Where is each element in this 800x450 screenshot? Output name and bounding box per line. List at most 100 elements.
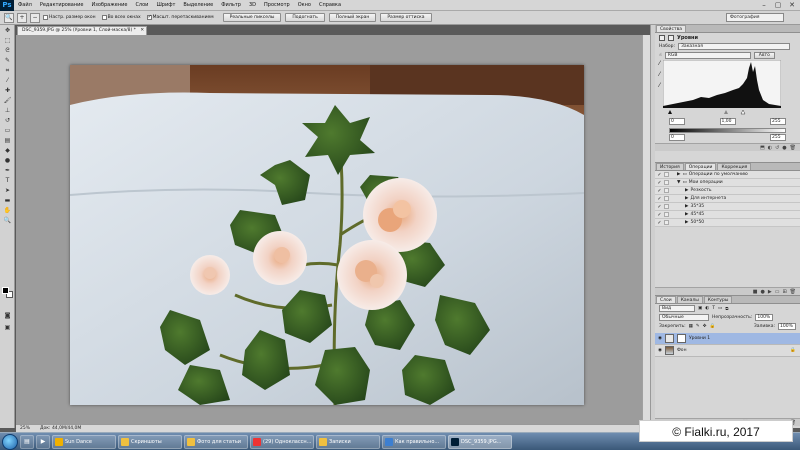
action-row[interactable]: ✓ ▶ 45*45 <box>655 211 800 219</box>
gradient-tool-icon[interactable]: ▤ <box>2 136 13 145</box>
menu-item[interactable]: Справка <box>315 0 345 11</box>
close-icon[interactable]: ✕ <box>785 0 799 11</box>
reset-icon[interactable]: ↺ <box>775 145 779 151</box>
mask-thumbnail[interactable] <box>676 334 686 343</box>
collapsed-arrow-icon[interactable]: ▶ <box>685 212 688 217</box>
action-row[interactable]: ✓ ▶ 35*35 <box>655 203 800 211</box>
clip-to-layer-icon[interactable]: ⬒ <box>760 145 765 151</box>
preset-select[interactable]: Заказная <box>678 43 791 50</box>
expanded-arrow-icon[interactable]: ▼ <box>677 180 680 185</box>
taskbar-item[interactable]: (29) Одноклассн... <box>250 434 314 449</box>
white-point-eyedropper-icon[interactable]: ⁄ <box>659 82 660 89</box>
maximize-icon[interactable]: ▢ <box>771 0 785 11</box>
fill-field[interactable]: 100% <box>778 323 796 330</box>
collapsed-arrow-icon[interactable]: ▶ <box>685 188 688 193</box>
shape-tool-icon[interactable]: ▬ <box>2 196 13 205</box>
tab-channels[interactable]: Каналы <box>676 296 703 303</box>
black-point-eyedropper-icon[interactable]: ⁄ <box>659 60 660 67</box>
checkmark-icon[interactable]: ✓ <box>657 204 662 210</box>
option-button[interactable]: Реальные пикселы <box>222 13 282 22</box>
record-icon[interactable]: ● <box>760 289 764 295</box>
zoom-tool-icon-2[interactable]: 🔍 <box>2 216 13 225</box>
delete-adjustment-icon[interactable]: 🗑 <box>790 145 796 151</box>
taskbar-item[interactable]: DSC_9359.JPG... <box>448 434 512 449</box>
action-row[interactable]: ✓ ▼ ▭ Мои операции <box>655 179 800 187</box>
blur-tool-icon[interactable]: ◆ <box>2 146 13 155</box>
lock-position-icon[interactable]: ✥ <box>703 324 707 329</box>
menu-item[interactable]: Фильтр <box>217 0 245 11</box>
collapsed-arrow-icon[interactable]: ▶ <box>685 196 688 201</box>
checkmark-icon[interactable]: ✓ <box>657 188 662 194</box>
checkbox-box[interactable] <box>43 15 48 20</box>
dialog-toggle-icon[interactable] <box>664 196 669 201</box>
taskbar-item[interactable]: Как правильно... <box>382 434 446 449</box>
layer-lock-icon[interactable]: 🔒 <box>790 348 796 353</box>
quick-select-tool-icon[interactable]: ✎ <box>2 56 13 65</box>
tab-paths[interactable]: Контуры <box>703 296 733 303</box>
option-button[interactable]: Полный экран <box>328 13 377 22</box>
new-set-icon[interactable]: ▭ <box>775 289 780 295</box>
quick-mask-icon[interactable]: ◙ <box>2 311 13 320</box>
filter-shape-icon[interactable]: ▭ <box>718 306 722 311</box>
tab-properties[interactable]: Свойства <box>656 25 686 32</box>
dodge-tool-icon[interactable]: ● <box>2 156 13 165</box>
lock-pixels-icon[interactable]: ✎ <box>696 324 700 329</box>
collapsed-arrow-icon[interactable]: ▶ <box>685 220 688 225</box>
blend-mode-select[interactable]: Обычные <box>659 314 709 321</box>
marquee-tool-icon[interactable]: ⬚ <box>2 36 13 45</box>
move-tool-icon[interactable]: ✥ <box>2 26 13 35</box>
new-action-icon[interactable]: ⊞ <box>782 289 786 295</box>
delete-action-icon[interactable]: 🗑 <box>790 289 796 295</box>
media-player-icon[interactable]: ▶ <box>36 434 50 449</box>
action-row[interactable]: ✓ ▶ Для интернета <box>655 195 800 203</box>
filter-smart-icon[interactable]: ⧉ <box>725 306 728 312</box>
healing-tool-icon[interactable]: ✚ <box>2 86 13 95</box>
path-select-tool-icon[interactable]: ➤ <box>2 186 13 195</box>
layer-row[interactable]: ◉ Фон 🔒 <box>655 345 800 357</box>
screen-mode-icon[interactable]: ▣ <box>2 323 13 332</box>
stamp-tool-icon[interactable]: ⊥ <box>2 106 13 115</box>
opacity-field[interactable]: 100% <box>755 314 774 321</box>
auto-button[interactable]: Авто <box>753 52 775 59</box>
input-white-field[interactable]: 255 <box>770 118 786 125</box>
menu-item[interactable]: Выделение <box>179 0 217 11</box>
taskbar-item[interactable]: Sun Dance <box>52 434 116 449</box>
layer-filter-select[interactable]: Вид <box>659 305 695 312</box>
workspace-select[interactable]: Фотография <box>726 13 784 22</box>
minimize-icon[interactable]: – <box>757 0 771 11</box>
taskbar-item[interactable]: Записки <box>316 434 380 449</box>
input-white-handle[interactable] <box>740 109 746 115</box>
history-brush-tool-icon[interactable]: ↺ <box>2 116 13 125</box>
action-row[interactable]: ✓ ▶ ▭ Операции по умолчанию <box>655 171 800 179</box>
eye-icon[interactable]: ◉ <box>658 336 662 341</box>
dialog-toggle-icon[interactable] <box>664 172 669 177</box>
lock-transparent-icon[interactable]: ▦ <box>689 324 693 329</box>
lock-all-icon[interactable]: 🔒 <box>709 324 715 329</box>
zoom-tool-icon[interactable]: 🔍 <box>4 12 14 23</box>
checkmark-icon[interactable]: ✓ <box>657 196 662 202</box>
menu-item[interactable]: Слои <box>131 0 152 11</box>
stop-icon[interactable]: ■ <box>753 289 758 295</box>
crop-tool-icon[interactable]: ⌗ <box>2 66 13 75</box>
checkbox-box[interactable] <box>101 15 107 20</box>
output-black-field[interactable]: 0 <box>669 134 685 141</box>
explorer-icon[interactable]: ▤ <box>20 434 34 449</box>
input-gamma-field[interactable]: 1,00 <box>719 118 736 125</box>
type-tool-icon[interactable]: T <box>2 176 13 185</box>
checkmark-icon[interactable]: ✓ <box>657 220 662 226</box>
checkbox-box[interactable]: ✓ <box>146 15 152 20</box>
eye-icon[interactable]: ◉ <box>658 348 662 353</box>
input-black-field[interactable]: 0 <box>669 118 685 125</box>
input-gamma-handle[interactable] <box>724 110 728 114</box>
document-tab[interactable]: DSC_9359.JPG @ 25% (Уровни 1, Слой-маска… <box>17 26 147 35</box>
taskbar-item[interactable]: Скриншоты <box>118 434 182 449</box>
checkmark-icon[interactable]: ✓ <box>657 172 662 178</box>
output-white-field[interactable]: 255 <box>770 134 786 141</box>
pen-tool-icon[interactable]: ✒ <box>2 166 13 175</box>
zoom-out-icon[interactable]: − <box>30 12 40 23</box>
option-button[interactable]: Размер оттиска <box>380 13 432 22</box>
visibility-icon[interactable]: ● <box>782 145 786 151</box>
checkmark-icon[interactable]: ✓ <box>657 212 662 218</box>
menu-item[interactable]: Изображение <box>87 0 131 11</box>
start-button[interactable] <box>2 433 18 450</box>
